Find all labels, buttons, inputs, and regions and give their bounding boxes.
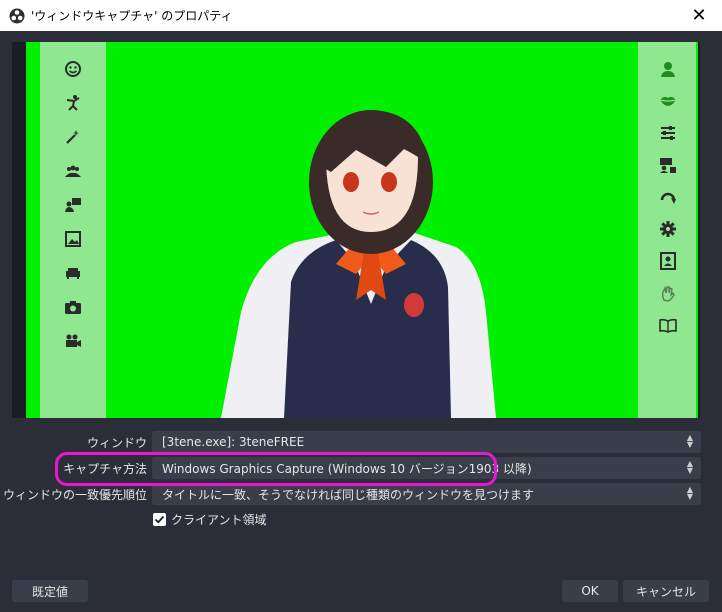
avatar-figure (221, 110, 496, 418)
checkmark-icon (154, 515, 165, 524)
window-select[interactable]: [3tene.exe]: 3teneFREE ▲ ▼ (152, 431, 701, 453)
book-icon[interactable] (659, 316, 677, 334)
dialog-body: ウィンドウ [3tene.exe]: 3teneFREE ▲ ▼ キャプチャ方法 … (1, 31, 721, 611)
hand-wave-icon[interactable] (659, 284, 677, 302)
defaults-button[interactable]: 既定値 (12, 580, 88, 602)
settings-icon[interactable] (659, 220, 677, 238)
window-priority-row: ウィンドウの一致優先順位 (1, 483, 147, 505)
title-bar: 'ウィンドウキャプチャ' のプロパティ ✕ (0, 0, 722, 31)
cancel-button[interactable]: キャンセル (623, 580, 709, 602)
client-area-checkbox[interactable] (153, 513, 166, 526)
window-label: ウィンドウ (86, 435, 147, 450)
avatar-icon[interactable] (659, 60, 677, 78)
obs-app-icon (9, 8, 25, 24)
ok-button[interactable]: OK (562, 580, 618, 602)
preview-scrollbar[interactable] (711, 62, 721, 451)
window-select-value: [3tene.exe]: 3teneFREE (162, 435, 305, 449)
client-area-checkbox-row[interactable]: クライアント領域 (153, 511, 267, 528)
face-icon[interactable] (64, 60, 82, 78)
chevron-updown-icon: ▲ ▼ (686, 485, 694, 501)
window-title: 'ウィンドウキャプチャ' のプロパティ (31, 9, 233, 23)
contact-card-icon[interactable] (659, 252, 677, 270)
sofa-icon[interactable] (64, 264, 82, 282)
lips-icon[interactable] (659, 92, 677, 110)
source-preview (12, 42, 700, 418)
window-priority-label: ウィンドウの一致優先順位 (2, 487, 147, 502)
chevron-updown-icon: ▲ ▼ (686, 433, 694, 449)
green-screen-area (26, 42, 698, 418)
presenter-icon[interactable] (64, 196, 82, 214)
chevron-updown-icon: ▲ ▼ (686, 459, 694, 475)
camera-icon[interactable] (64, 298, 82, 316)
window-priority-select[interactable]: タイトルに一致、そうでなければ同じ種類のウィンドウを見つけます ▲ ▼ (152, 483, 701, 505)
left-tool-panel (40, 42, 106, 418)
right-tool-panel (638, 42, 696, 418)
sliders-icon[interactable] (659, 124, 677, 142)
image-icon[interactable] (64, 230, 82, 248)
client-area-label: クライアント領域 (171, 513, 267, 527)
window-priority-value: タイトルに一致、そうでなければ同じ種類のウィンドウを見つけます (162, 487, 535, 502)
video-camera-icon[interactable] (64, 332, 82, 350)
rotate-icon[interactable] (659, 188, 677, 206)
pose-icon[interactable] (64, 94, 82, 112)
motion-capture-icon[interactable] (659, 156, 677, 174)
close-icon[interactable]: ✕ (676, 0, 722, 31)
group-icon[interactable] (64, 162, 82, 180)
annotation-highlight (55, 452, 497, 486)
window-row: ウィンドウ (1, 431, 147, 453)
magic-wand-icon[interactable] (64, 128, 82, 146)
